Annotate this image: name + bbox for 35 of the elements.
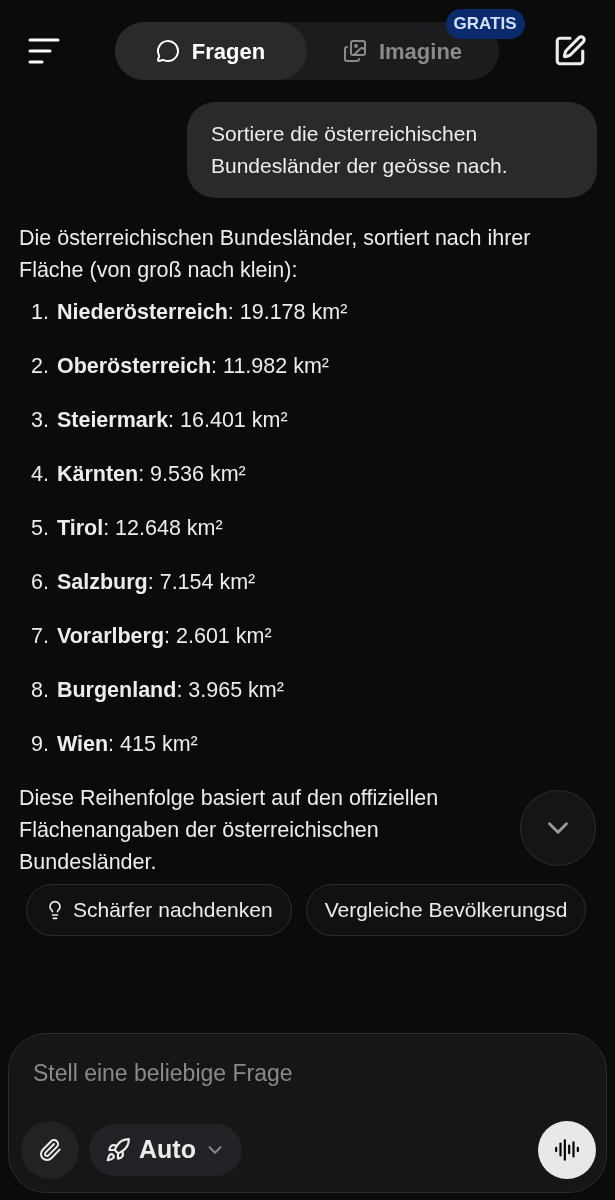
free-badge: GRATIS	[445, 9, 525, 39]
list-number: 1.	[31, 299, 49, 326]
list-item-text: Tirol: 12.648 km²	[56, 515, 223, 542]
list-item-text: Vorarlberg: 2.601 km²	[56, 623, 272, 650]
answer-intro: Die österreichischen Bundesländer, sortiert nach ihrer Fläche (von groß nach klein):	[19, 225, 532, 284]
list-item-text: Niederösterreich: 19.178 km²	[56, 299, 348, 326]
list-item-text: Kärnten: 9.536 km²	[56, 461, 246, 488]
suggestion-chip[interactable]: Vergleiche Bevölkerungsd	[305, 884, 587, 936]
list-item-text: Steiermark: 16.401 km²	[56, 407, 288, 434]
user-message: Sortiere die österreichischen Bundesländer der geösse nach.	[187, 102, 597, 198]
images-icon	[342, 39, 367, 63]
list-item-text: Salzburg: 7.154 km²	[56, 569, 256, 596]
message-input[interactable]: Stell eine beliebige Frage	[33, 1056, 582, 1091]
list-number: 6.	[31, 569, 49, 596]
suggestion-chip[interactable]: Schärfer nachdenken	[26, 884, 292, 936]
list-number: 5.	[31, 515, 49, 542]
list-number: 7.	[31, 623, 49, 650]
waveform-icon	[554, 1136, 580, 1163]
list-item-text: Oberösterreich: 11.982 km²	[56, 353, 329, 380]
mode-tab[interactable]: Fragen	[114, 22, 307, 80]
list-number: 3.	[31, 407, 49, 434]
paperclip-icon	[38, 1137, 62, 1162]
speech-bubble-icon	[155, 39, 180, 63]
rocket-icon	[105, 1136, 131, 1163]
menu-icon[interactable]	[28, 37, 60, 65]
list-number: 2.	[31, 353, 49, 380]
list-item-text: Wien: 415 km²	[56, 731, 198, 758]
list-number: 4.	[31, 461, 49, 488]
mode-dropdown[interactable]: Auto	[89, 1123, 242, 1176]
new-chat-icon[interactable]	[553, 34, 587, 68]
answer-outro: Diese Reihenfolge basiert auf den offiziellen Flächenangaben der österreichischen Bundesländer.	[19, 785, 440, 876]
voice-button[interactable]	[538, 1120, 596, 1179]
list-number: 8.	[31, 677, 49, 704]
list-number: 9.	[31, 731, 49, 758]
list-item-text: Burgenland: 3.965 km²	[56, 677, 284, 704]
